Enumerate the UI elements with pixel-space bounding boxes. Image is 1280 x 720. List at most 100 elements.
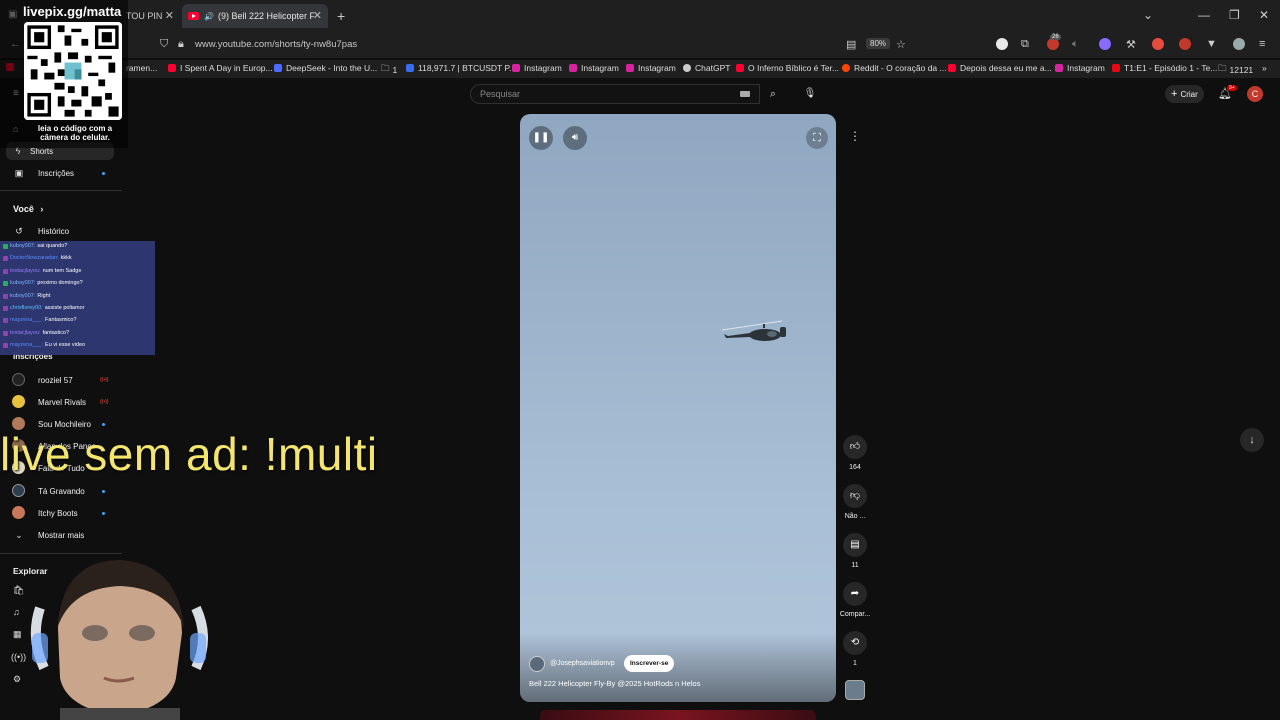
adblock-icon[interactable]	[1152, 38, 1164, 50]
create-button[interactable]: + Criar	[1165, 85, 1204, 103]
remix-button[interactable]: ⟲ 1	[836, 631, 874, 667]
sidebar-item-subscriptions[interactable]: ▣ Inscrições	[0, 164, 120, 182]
volume-icon[interactable]: 🔊︎	[563, 126, 587, 150]
new-content-dot	[102, 490, 105, 493]
minimize-icon[interactable]: —	[1198, 8, 1210, 22]
bookmark-item[interactable]: ChatGPT	[683, 63, 730, 73]
extension-purple-icon[interactable]	[1099, 38, 1111, 50]
avatar	[12, 484, 25, 497]
bookmark-item[interactable]: Depois dessa eu me a...	[948, 63, 1052, 73]
bookmark-folder[interactable]: 🗀 12121	[1218, 63, 1253, 77]
remix-icon: ⟲	[843, 631, 867, 655]
tab-active[interactable]: 🔊 (9) Bell 222 Helicopter Fly-B ✕	[182, 4, 328, 28]
chevron-down-icon[interactable]: ⌄	[1143, 8, 1153, 22]
comments-button[interactable]: ▤ 11	[836, 533, 874, 569]
extension-avatar-icon[interactable]	[1233, 38, 1245, 50]
avatar	[12, 373, 25, 386]
bookmark-item[interactable]: Reddit - O coração da ...	[842, 63, 947, 73]
chat-message: kuboy007: proximo domingo?	[3, 280, 83, 286]
dislike-button[interactable]: 👎︎ Não ...	[836, 484, 874, 520]
create-label: Criar	[1180, 89, 1198, 99]
channel-name: Itchy Boots	[38, 509, 78, 518]
like-button[interactable]: 👍︎ 164	[836, 435, 874, 471]
reader-icon[interactable]: ▤	[846, 38, 856, 51]
bookmark-item[interactable]: Instagram	[1055, 63, 1105, 73]
divider	[0, 190, 122, 191]
channel-avatar[interactable]	[529, 656, 545, 672]
channel-name: Marvel Rivals	[38, 398, 87, 407]
avatar	[12, 395, 25, 408]
url-field[interactable]: www.youtube.com/shorts/ty-nw8u7pas	[195, 39, 357, 50]
new-tab-icon[interactable]: +	[337, 8, 345, 24]
qr-code-image	[24, 22, 122, 120]
close-window-icon[interactable]: ✕	[1259, 8, 1269, 22]
fullscreen-icon[interactable]: ⛶	[806, 127, 828, 149]
bookmarks-overflow-icon[interactable]: »	[1262, 63, 1267, 73]
bookmark-item[interactable]: DeepSeek - Into the U...	[274, 63, 377, 73]
share-icon: ➦	[843, 582, 867, 606]
bookmark-favicon-icon	[406, 64, 414, 72]
show-more-button[interactable]: ⌄ Mostrar mais	[0, 526, 120, 544]
star-icon[interactable]: ☆	[896, 38, 906, 51]
avatar[interactable]: C	[1247, 86, 1263, 102]
bookmark-item[interactable]: O Inferno Bíblico é Ter...	[736, 63, 839, 73]
zoom-level[interactable]: 80%	[866, 38, 891, 49]
keyboard-icon[interactable]	[740, 91, 750, 97]
sound-thumbnail[interactable]	[845, 680, 865, 700]
bookmark-folder[interactable]: 🗀 1	[381, 63, 397, 77]
bookmark-item[interactable]: Instagram	[569, 63, 619, 73]
chevron-right-icon: ›	[40, 204, 44, 214]
tab-inactive-label: TOU PIN	[126, 11, 163, 21]
bookmark-item[interactable]: T1:E1 - Episódio 1 - Te...	[1112, 63, 1217, 73]
extensions-icon[interactable]: ⧉	[1021, 38, 1029, 51]
microphone-icon[interactable]: 🎙︎	[801, 85, 819, 103]
search-icon[interactable]: ⌕	[760, 84, 786, 104]
restore-icon[interactable]: ❐	[1229, 8, 1240, 22]
sidebar-heading-you[interactable]: Você ›	[13, 204, 43, 214]
lock-icon[interactable]: 🔒︎	[178, 38, 184, 51]
extension-g-icon[interactable]	[996, 38, 1008, 50]
bookmark-item[interactable]: 118,971.7 | BTCUSDT P...	[406, 63, 516, 73]
shorts-video-player[interactable]: ❚❚ 🔊︎ ⛶ @Josephsaviationvp Inscrever-se …	[520, 114, 836, 702]
menu-icon[interactable]: ≡	[1259, 38, 1265, 50]
chat-user: toxtacjlayou:	[10, 330, 41, 336]
more-options-icon[interactable]: ⋮	[848, 129, 862, 143]
history-icon: ↺	[15, 225, 23, 236]
speaker-icon[interactable]: 🔊	[204, 12, 214, 21]
arrow-down-icon[interactable]: ↓	[1240, 428, 1264, 452]
sidebar-channel[interactable]: Marvel Rivals ((•))	[0, 393, 120, 411]
video-title[interactable]: Bell 222 Helicopter Fly-By @2025 HotRods…	[529, 679, 700, 688]
close-tab-icon[interactable]: ✕	[313, 9, 322, 22]
extension-pen-icon[interactable]	[1179, 38, 1191, 50]
sidebar-channel[interactable]: rooziel 57 ((•))	[0, 371, 120, 389]
tab-active-label: (9) Bell 222 Helicopter Fly-B	[217, 11, 314, 21]
extension-tool-icon[interactable]: ⚒	[1126, 38, 1136, 51]
bookmark-item[interactable]: I Spent A Day in Europ...	[168, 63, 273, 73]
bookmark-item[interactable]: Instagram	[626, 63, 676, 73]
stream-chat: kuboy007: sai quando? DoctorNowzaradan: kk…	[0, 241, 155, 355]
close-tab-icon[interactable]: ✕	[165, 9, 174, 22]
bookmark-favicon-icon	[948, 64, 956, 72]
bookmark-item[interactable]: ramen...	[126, 63, 157, 73]
sidebar-item-history[interactable]: ↺ Histórico	[0, 222, 120, 240]
bookmark-label: T1:E1 - Episódio 1 - Te...	[1124, 63, 1218, 73]
pause-icon[interactable]: ❚❚	[529, 126, 553, 150]
mute-icon[interactable]: 🔈︎	[1072, 38, 1079, 51]
bookmark-label: ramen...	[126, 63, 158, 73]
bookmark-item[interactable]: Instagram	[512, 63, 562, 73]
search-input[interactable]: Pesquisar	[470, 84, 760, 104]
chat-badge-icon	[3, 305, 8, 311]
subscribe-button[interactable]: Inscrever-se	[624, 655, 675, 672]
sidebar-channel[interactable]: Itchy Boots	[0, 504, 120, 522]
extension-filter-icon[interactable]: ▼	[1206, 38, 1217, 50]
channel-name: rooziel 57	[38, 376, 73, 385]
plus-icon: +	[1171, 88, 1178, 100]
shield-icon[interactable]: ⛉	[160, 38, 168, 51]
share-button[interactable]: ➦ Compar...	[836, 582, 874, 618]
sidebar-channel[interactable]: Tá Gravando	[0, 482, 120, 500]
qr-overlay: livepix.gg/matta leia o código com a câm…	[0, 0, 128, 148]
new-content-dot	[102, 172, 105, 175]
tab-inactive[interactable]: TOU PIN ✕	[120, 4, 180, 28]
instagram-icon	[626, 64, 634, 72]
channel-handle[interactable]: @Josephsaviationvp	[550, 660, 615, 667]
